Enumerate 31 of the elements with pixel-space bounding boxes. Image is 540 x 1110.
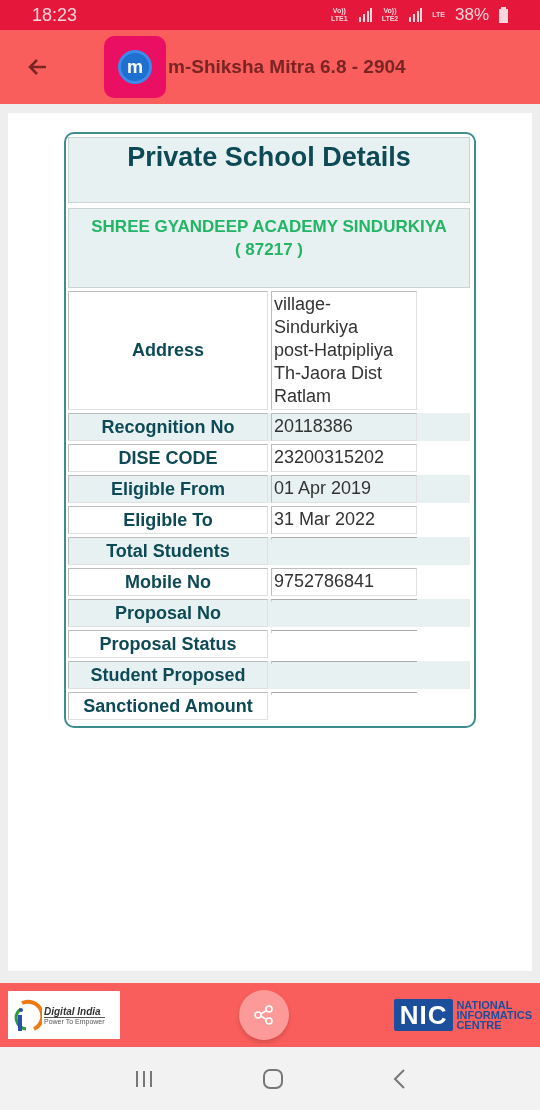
- app-title: m-Shiksha Mitra 6.8 - 2904: [168, 56, 406, 78]
- clock: 18:23: [32, 4, 78, 26]
- field-label: Sanctioned Amount: [68, 692, 268, 720]
- card-title: Private School Details: [68, 137, 470, 203]
- field-label: Proposal Status: [68, 630, 268, 658]
- field-label: Eligible To: [68, 506, 268, 534]
- field-label: Student Proposed: [68, 661, 268, 689]
- battery-percent: 38%: [454, 5, 489, 25]
- field-label: Mobile No: [68, 568, 268, 596]
- home-button[interactable]: [262, 1067, 284, 1090]
- share-icon: [251, 1003, 276, 1027]
- field-label: DISE CODE: [68, 444, 268, 472]
- field-value: 20118386: [271, 413, 417, 441]
- share-button[interactable]: [238, 990, 289, 1040]
- field-value: 01 Apr 2019: [271, 475, 417, 503]
- field-label: Eligible From: [68, 475, 268, 503]
- field-value: 31 Mar 2022: [271, 506, 417, 534]
- field-label: Total Students: [68, 537, 268, 565]
- field-label: Address: [68, 291, 268, 410]
- battery-icon: [499, 7, 508, 23]
- field-label: Recognition No: [68, 413, 268, 441]
- recent-apps-button[interactable]: [134, 1068, 154, 1089]
- signal-icon: [357, 8, 372, 22]
- field-value: 23200315202: [271, 444, 417, 472]
- field-label: Proposal No: [68, 599, 268, 627]
- back-nav-button[interactable]: [392, 1067, 406, 1090]
- field-value: village- Sindurkiya post-Hatpipliya Th-Jaora Dist Ratlam: [271, 291, 417, 410]
- signal-icon: [408, 8, 423, 22]
- school-name: SHREE GYANDEEP ACADEMY SINDURKIYA ( 87217 ): [68, 208, 470, 288]
- field-value: 9752786841: [271, 568, 417, 596]
- app-logo: m: [104, 36, 166, 98]
